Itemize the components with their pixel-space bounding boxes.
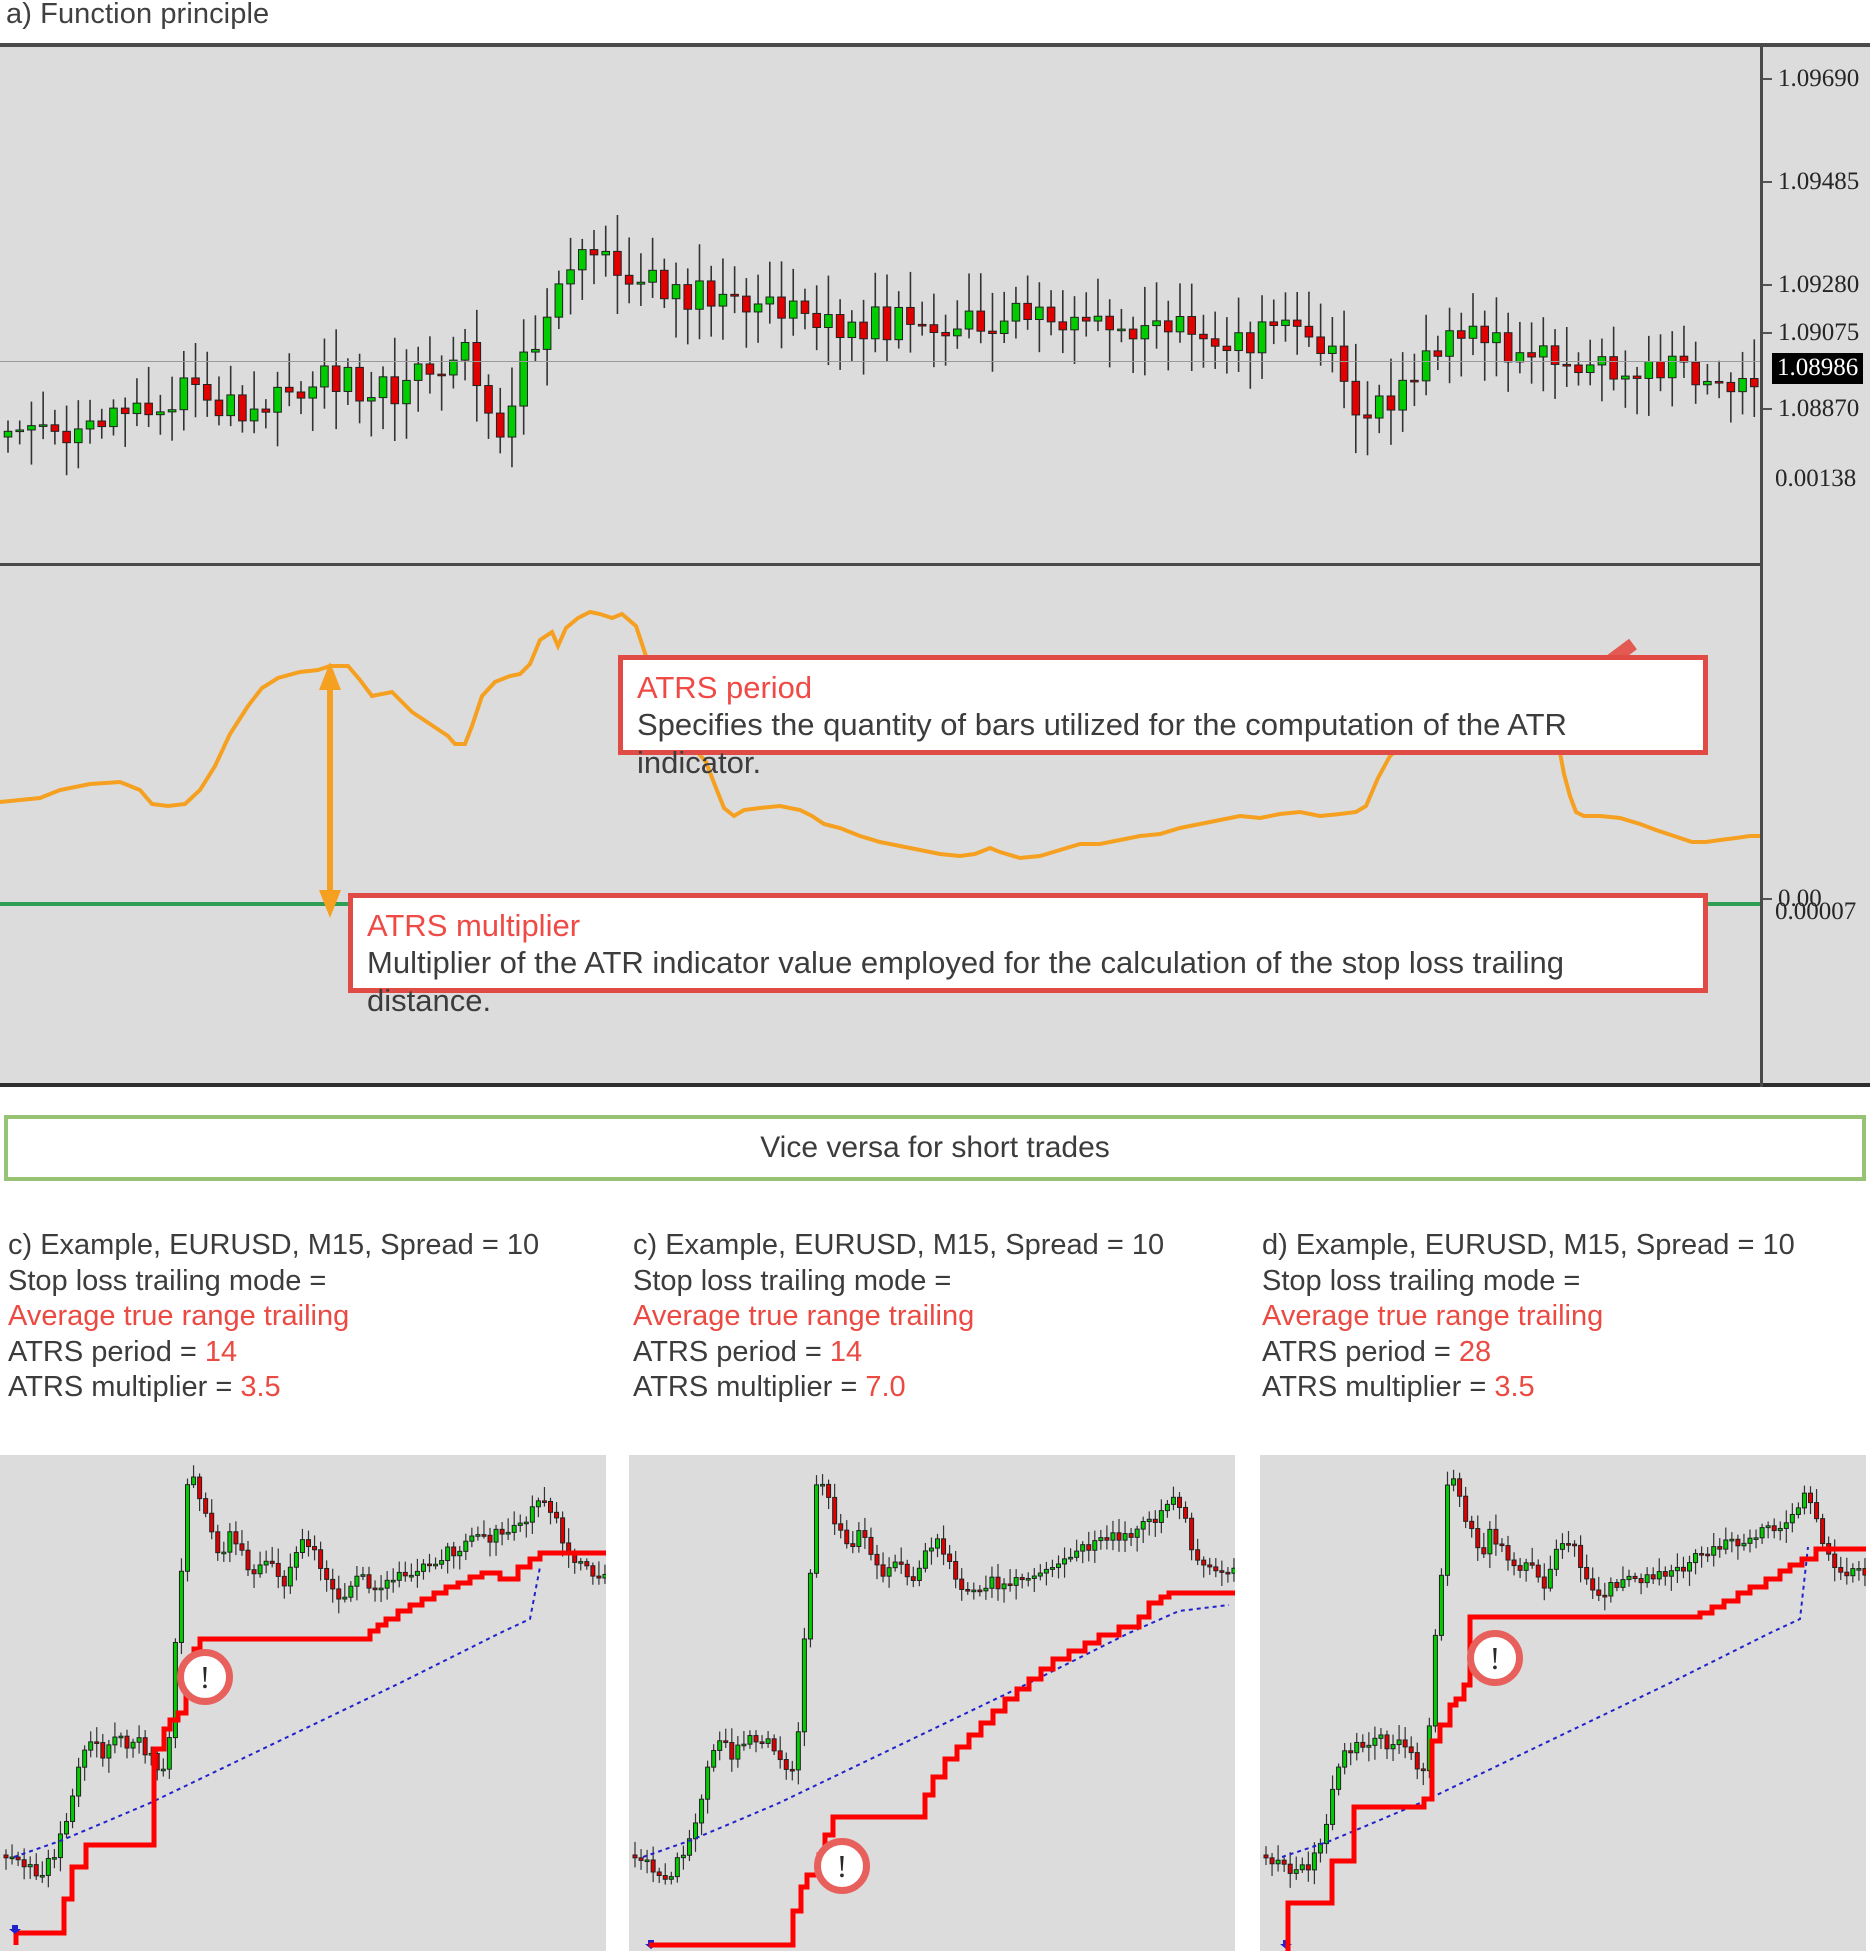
callout-title: ATRS multiplier <box>367 908 581 943</box>
warning-badge: ! <box>814 1838 870 1894</box>
example-caption-2: c) Example, EURUSD, M15, Spread = 10 Sto… <box>633 1228 1164 1406</box>
example-chart-2: ! <box>629 1455 1235 1951</box>
warning-badge: ! <box>177 1649 233 1705</box>
caption-period-label: ATRS period = <box>1262 1335 1459 1368</box>
function-principle-chart: 1.09690 1.09485 1.09280 1.09075 1.08986 … <box>0 43 1870 1087</box>
vice-versa-label: Vice versa for short trades <box>760 1131 1110 1164</box>
price-candlestick-pane <box>0 47 1760 563</box>
caption-mult-value: 3.5 <box>240 1371 281 1403</box>
caption-mode-label: Stop loss trailing mode = <box>1262 1264 1581 1297</box>
vice-versa-box: Vice versa for short trades <box>4 1115 1866 1181</box>
caption-mult-label: ATRS multiplier = <box>1262 1371 1495 1403</box>
caption-mode-value: Average true range trailing <box>8 1300 350 1332</box>
example-1-svg <box>3 1465 606 1945</box>
warning-glyph: ! <box>199 1659 211 1695</box>
caption-mult-label: ATRS multiplier = <box>8 1371 241 1403</box>
page-root: a) Function principle 1.09690 1.09485 1.… <box>0 0 1870 1951</box>
warning-glyph: ! <box>836 1848 848 1884</box>
caption-mode-label: Stop loss trailing mode = <box>633 1264 952 1297</box>
price-label-1: 1.09485 <box>1778 168 1860 195</box>
caption-period-value: 14 <box>204 1335 238 1368</box>
caption-period-value: 28 <box>1458 1335 1492 1368</box>
caption-head: c) Example, EURUSD, M15, Spread = 10 <box>8 1229 540 1261</box>
price-label-3: 1.09075 <box>1778 319 1860 346</box>
current-price-line <box>0 361 1760 362</box>
atrs-multiplier-arrow <box>319 662 341 918</box>
callout-atrs-multiplier: ATRS multiplier Multiplier of the ATR in… <box>348 893 1708 1018</box>
example-chart-3: ! <box>1260 1455 1866 1951</box>
example-caption-3: d) Example, EURUSD, M15, Spread = 10 Sto… <box>1262 1228 1795 1406</box>
axis-tick <box>1763 284 1772 286</box>
caption-head: c) Example, EURUSD, M15, Spread = 10 <box>633 1229 1165 1261</box>
price-axis-separator <box>1760 47 1763 1087</box>
caption-mode-value: Average true range trailing <box>1262 1300 1604 1332</box>
axis-tick <box>1763 898 1772 900</box>
callout-body: Multiplier of the ATR indicator value em… <box>367 945 1564 1018</box>
page-title: a) Function principle <box>6 0 270 30</box>
axis-tick <box>1763 78 1772 80</box>
callout-atrs-period: ATRS period Specifies the quantity of ba… <box>618 655 1708 780</box>
caption-mode-label: Stop loss trailing mode = <box>8 1264 327 1297</box>
axis-tick <box>1763 332 1772 334</box>
callout-title: ATRS period <box>637 670 813 705</box>
atr-label-top: 0.00138 <box>1775 465 1857 492</box>
caption-head: d) Example, EURUSD, M15, Spread = 10 <box>1262 1229 1795 1261</box>
price-label-0: 1.09690 <box>1778 65 1860 92</box>
atr-label-bottom: 0.00007 <box>1775 898 1857 925</box>
caption-mult-value: 7.0 <box>865 1371 906 1403</box>
example-caption-1: c) Example, EURUSD, M15, Spread = 10 Sto… <box>8 1228 539 1406</box>
axis-tick <box>1763 181 1772 183</box>
price-candles-svg <box>3 215 1759 476</box>
price-label-2: 1.09280 <box>1778 271 1860 298</box>
caption-period-value: 14 <box>829 1335 863 1368</box>
example-chart-1: ! <box>0 1455 606 1951</box>
caption-mult-label: ATRS multiplier = <box>633 1371 866 1403</box>
warning-badge: ! <box>1467 1630 1523 1686</box>
caption-period-label: ATRS period = <box>633 1335 830 1368</box>
caption-period-label: ATRS period = <box>8 1335 205 1368</box>
warning-glyph: ! <box>1489 1640 1501 1676</box>
caption-mode-value: Average true range trailing <box>633 1300 975 1332</box>
current-price-badge: 1.08986 <box>1772 353 1864 384</box>
price-label-4: 1.08870 <box>1778 395 1860 422</box>
example-2-svg <box>632 1474 1235 1949</box>
callout-body: Specifies the quantity of bars utilized … <box>637 707 1567 780</box>
axis-tick <box>1763 408 1772 410</box>
caption-mult-value: 3.5 <box>1494 1371 1535 1403</box>
example-3-svg <box>1263 1469 1866 1951</box>
